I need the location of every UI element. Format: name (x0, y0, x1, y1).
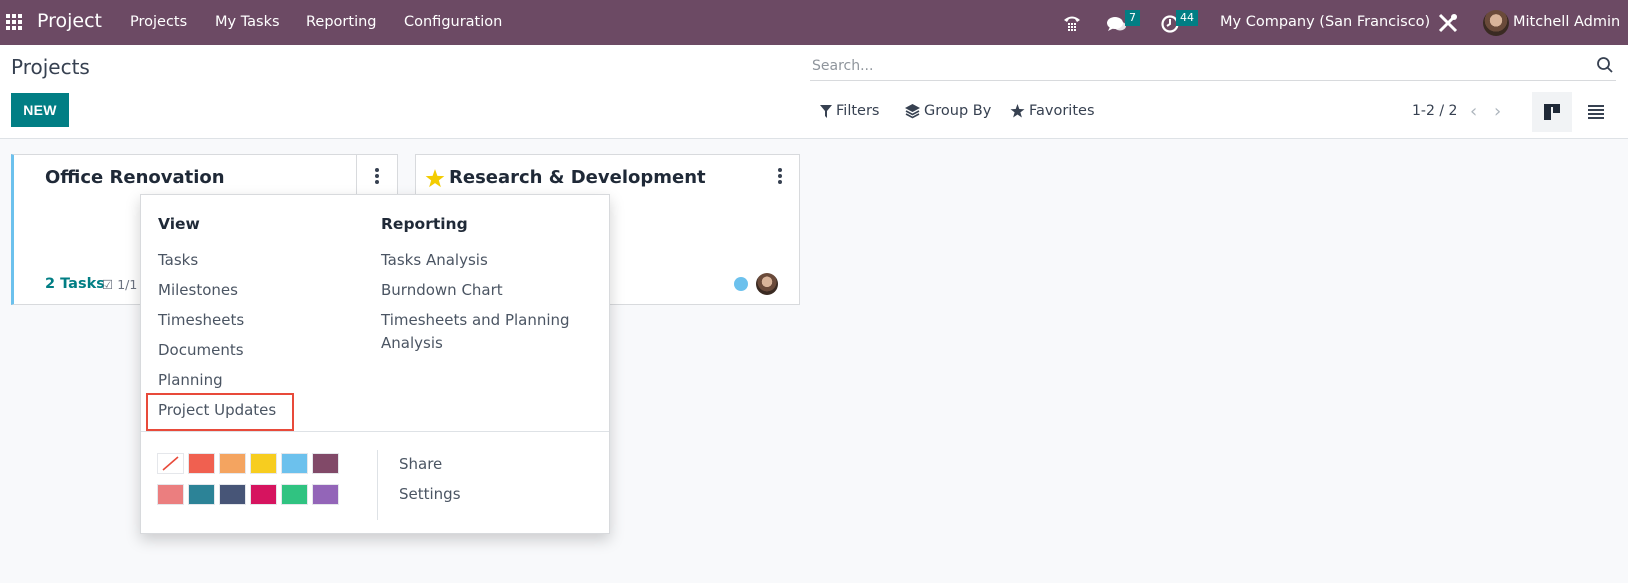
status-dot[interactable] (734, 277, 748, 291)
color-swatch[interactable] (312, 484, 339, 505)
color-swatch[interactable] (281, 453, 308, 474)
phone-icon[interactable] (1062, 13, 1082, 33)
color-swatch[interactable] (250, 453, 277, 474)
activities-badge: 44 (1176, 10, 1198, 26)
color-swatch[interactable] (219, 453, 246, 474)
dropdown-item-settings[interactable]: Settings (399, 483, 461, 506)
dropdown-item-milestones[interactable]: Milestones (158, 279, 238, 302)
dropdown-item-tasks-analysis[interactable]: Tasks Analysis (381, 249, 488, 272)
milestone-value: 1/1 (117, 277, 138, 292)
layers-icon (905, 103, 920, 118)
card-menu-button[interactable] (356, 154, 398, 196)
app-brand[interactable]: Project (37, 10, 102, 32)
menu-projects[interactable]: Projects (130, 14, 187, 30)
messages-badge: 7 (1125, 10, 1140, 26)
kanban-icon (1544, 104, 1560, 120)
color-swatch[interactable] (219, 484, 246, 505)
card-menu-button[interactable] (778, 168, 782, 184)
project-title: Office Renovation (45, 167, 225, 188)
pager-next-icon[interactable]: › (1494, 101, 1501, 122)
checkbox-icon: ☑ (102, 277, 114, 292)
dropdown-item-documents[interactable]: Documents (158, 339, 244, 362)
filters-label: Filters (836, 103, 880, 119)
dropdown-item-timesheets-planning-analysis[interactable]: Timesheets and Planning Analysis (381, 309, 581, 355)
dropdown-item-planning[interactable]: Planning (158, 369, 223, 392)
color-swatch[interactable] (281, 484, 308, 505)
search-placeholder: Search... (812, 58, 874, 74)
favorites-button[interactable]: Favorites (1010, 103, 1095, 119)
group-by-label: Group By (924, 103, 992, 119)
reporting-heading: Reporting (381, 215, 468, 233)
dropdown-item-share[interactable]: Share (399, 453, 442, 476)
search-input[interactable]: Search... (810, 52, 1616, 81)
project-title: Research & Development (449, 167, 706, 188)
menu-my-tasks[interactable]: My Tasks (215, 14, 280, 30)
control-panel: Projects NEW Search... Filters Group By … (0, 45, 1628, 139)
page-title: Projects (11, 55, 90, 79)
dropdown-divider (141, 431, 609, 432)
color-swatch[interactable] (312, 453, 339, 474)
tasks-link[interactable]: 2 Tasks (45, 276, 105, 292)
search-icon[interactable] (1596, 56, 1614, 74)
milestone-count: ☑ 1/1 (102, 277, 137, 292)
dropdown-item-tasks[interactable]: Tasks (158, 249, 198, 272)
filter-icon (820, 104, 832, 118)
menu-reporting[interactable]: Reporting (306, 14, 377, 30)
color-swatch-none[interactable] (157, 453, 184, 474)
color-swatch[interactable] (157, 484, 184, 505)
top-navbar: Project Projects My Tasks Reporting Conf… (0, 0, 1628, 45)
apps-grid-icon[interactable] (6, 14, 22, 30)
list-view-button[interactable] (1578, 92, 1614, 132)
favorite-star-icon[interactable] (425, 169, 445, 188)
user-menu[interactable]: Mitchell Admin (1513, 14, 1620, 30)
user-avatar[interactable] (1483, 10, 1509, 36)
menu-configuration[interactable]: Configuration (404, 14, 502, 30)
kebab-icon (778, 168, 782, 184)
company-switcher[interactable]: My Company (San Francisco) (1220, 14, 1430, 30)
dropdown-item-project-updates[interactable]: Project Updates (158, 399, 276, 422)
assignee-avatar[interactable] (756, 273, 778, 295)
kanban-view-button[interactable] (1532, 92, 1572, 132)
vertical-divider (377, 450, 378, 520)
dropdown-item-timesheets[interactable]: Timesheets (158, 309, 244, 332)
debug-tools-icon[interactable] (1437, 12, 1459, 34)
pager-previous-icon[interactable]: ‹ (1470, 101, 1477, 122)
favorites-label: Favorites (1029, 103, 1095, 119)
dropdown-item-burndown-chart[interactable]: Burndown Chart (381, 279, 503, 302)
new-button[interactable]: NEW (11, 93, 69, 127)
pager-value[interactable]: 1-2 / 2 (1412, 103, 1457, 119)
view-heading: View (158, 215, 200, 233)
color-swatch[interactable] (250, 484, 277, 505)
kebab-icon (375, 167, 379, 184)
project-card-dropdown: View Tasks Milestones Timesheets Documen… (140, 194, 610, 534)
filters-button[interactable]: Filters (820, 103, 879, 119)
list-icon (1588, 105, 1604, 119)
star-icon (1010, 104, 1025, 118)
group-by-button[interactable]: Group By (905, 103, 991, 119)
color-swatch[interactable] (188, 453, 215, 474)
color-swatch[interactable] (188, 484, 215, 505)
